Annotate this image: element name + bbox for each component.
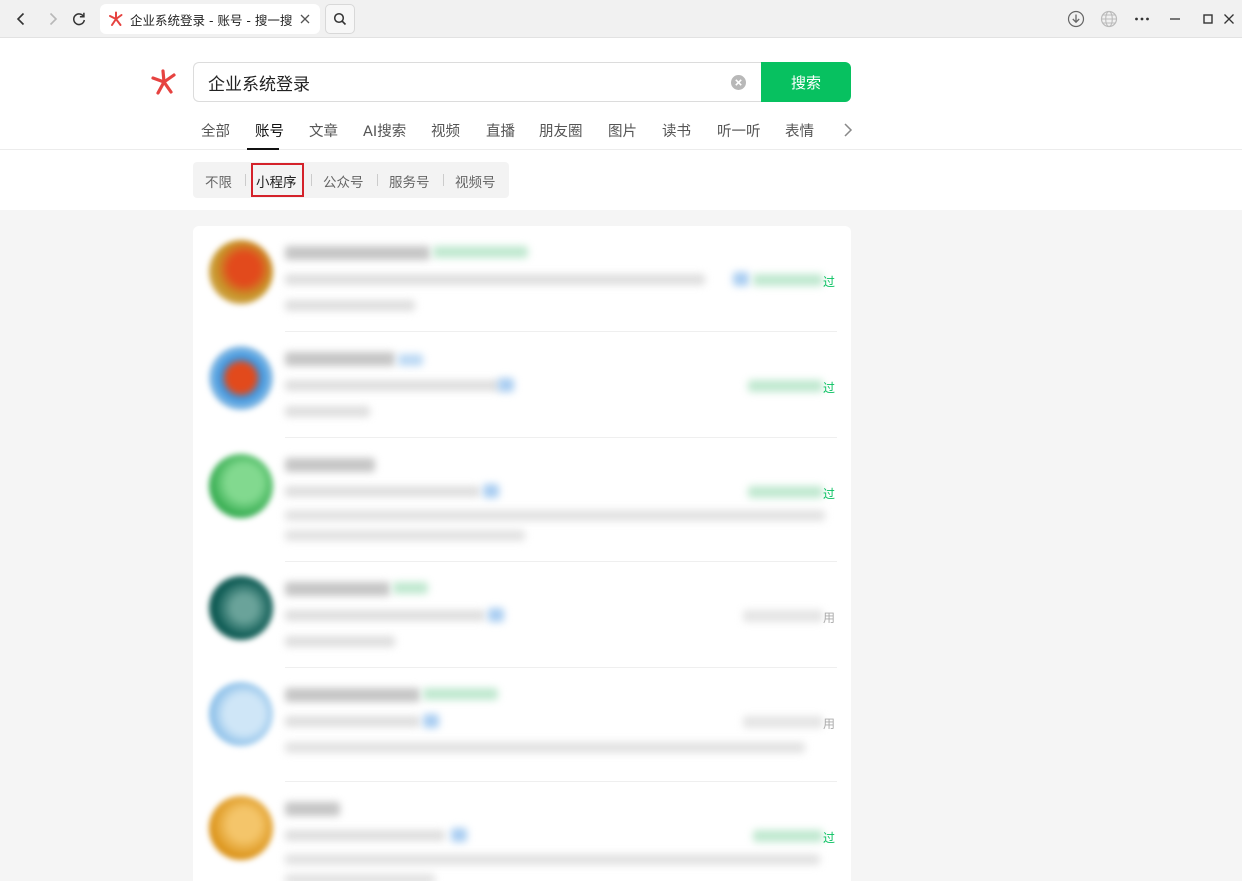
search-button[interactable]: 搜索 bbox=[761, 62, 851, 102]
browser-tab[interactable]: 企业系统登录 - 账号 - 搜一搜 bbox=[100, 4, 320, 34]
result-action[interactable]: 过 bbox=[823, 273, 835, 290]
filter-official-account[interactable]: 公众号 bbox=[323, 171, 364, 191]
more-dots-icon bbox=[1135, 17, 1149, 21]
reload-icon bbox=[73, 12, 86, 26]
tab-title: 企业系统登录 - 账号 - 搜一搜 bbox=[130, 12, 293, 28]
tab-stickers[interactable]: 表情 bbox=[785, 120, 814, 141]
tab-images[interactable]: 图片 bbox=[608, 120, 637, 141]
tab-listen[interactable]: 听一听 bbox=[717, 120, 761, 141]
results-list: 过 过 过 用 用 过 bbox=[193, 226, 851, 881]
filter-any[interactable]: 不限 bbox=[205, 171, 232, 191]
search-header: 搜索 全部 账号 文章 AI搜索 视频 直播 朋友圈 图片 读书 听一听 表情 bbox=[0, 38, 1242, 150]
maximize-icon bbox=[1203, 14, 1213, 24]
tab-search-button[interactable] bbox=[325, 4, 355, 34]
result-item[interactable]: 过 bbox=[193, 226, 851, 332]
close-window-button[interactable] bbox=[1216, 7, 1242, 31]
back-arrow-icon bbox=[16, 12, 25, 26]
reload-button[interactable] bbox=[66, 7, 92, 31]
download-button[interactable] bbox=[1063, 7, 1089, 31]
search-input[interactable] bbox=[208, 63, 708, 101]
result-item[interactable]: 用 bbox=[193, 562, 851, 668]
filter-divider bbox=[443, 174, 444, 186]
souyisou-logo-icon bbox=[151, 69, 176, 95]
account-type-filter: 不限 小程序 公众号 服务号 视频号 bbox=[193, 162, 509, 198]
search-box bbox=[193, 62, 763, 102]
result-item[interactable]: 过 bbox=[193, 438, 851, 562]
result-avatar bbox=[209, 454, 273, 518]
tab-all[interactable]: 全部 bbox=[201, 120, 230, 141]
forward-button[interactable] bbox=[40, 7, 66, 31]
tab-accounts[interactable]: 账号 bbox=[255, 120, 284, 141]
filter-divider bbox=[377, 174, 378, 186]
result-action[interactable]: 过 bbox=[823, 379, 835, 396]
search-icon bbox=[333, 12, 347, 26]
result-avatar bbox=[209, 346, 273, 410]
filter-channels[interactable]: 视频号 bbox=[455, 171, 496, 191]
filter-divider bbox=[311, 174, 312, 186]
back-button[interactable] bbox=[8, 7, 34, 31]
more-menu-button[interactable] bbox=[1129, 7, 1155, 31]
result-avatar bbox=[209, 682, 273, 746]
tab-video[interactable]: 视频 bbox=[431, 120, 460, 141]
souyisou-favicon-icon bbox=[109, 11, 123, 26]
tab-live[interactable]: 直播 bbox=[486, 120, 515, 141]
result-item[interactable]: 过 bbox=[193, 332, 851, 438]
tab-articles[interactable]: 文章 bbox=[309, 120, 338, 141]
selected-filter-highlight bbox=[251, 163, 304, 197]
close-icon bbox=[1224, 14, 1234, 24]
minimize-button[interactable] bbox=[1162, 7, 1188, 31]
result-item[interactable]: 用 bbox=[193, 668, 851, 782]
tab-moments[interactable]: 朋友圈 bbox=[539, 120, 583, 141]
result-action[interactable]: 用 bbox=[823, 715, 835, 732]
minimize-icon bbox=[1170, 18, 1180, 20]
result-avatar bbox=[209, 576, 273, 640]
search-type-tabs: 全部 账号 文章 AI搜索 视频 直播 朋友圈 图片 读书 听一听 表情 bbox=[193, 114, 873, 150]
result-action[interactable]: 过 bbox=[823, 829, 835, 846]
result-action[interactable]: 用 bbox=[823, 609, 835, 626]
filter-divider bbox=[245, 174, 246, 186]
result-avatar bbox=[209, 796, 273, 860]
forward-arrow-icon bbox=[49, 12, 58, 26]
close-tab-icon[interactable] bbox=[298, 12, 312, 26]
result-avatar bbox=[209, 240, 273, 304]
result-item[interactable]: 过 bbox=[193, 782, 851, 881]
download-icon bbox=[1067, 10, 1085, 28]
chevron-right-icon[interactable] bbox=[841, 122, 855, 138]
tab-reading[interactable]: 读书 bbox=[662, 120, 691, 141]
globe-button[interactable] bbox=[1096, 7, 1122, 31]
filter-area: 不限 小程序 公众号 服务号 视频号 bbox=[0, 150, 1242, 210]
tab-ai-search[interactable]: AI搜索 bbox=[363, 120, 406, 141]
browser-toolbar: 企业系统登录 - 账号 - 搜一搜 bbox=[0, 0, 1242, 38]
clear-input-icon[interactable] bbox=[730, 74, 747, 91]
globe-icon bbox=[1100, 10, 1118, 28]
filter-service-account[interactable]: 服务号 bbox=[389, 171, 430, 191]
result-action[interactable]: 过 bbox=[823, 485, 835, 502]
